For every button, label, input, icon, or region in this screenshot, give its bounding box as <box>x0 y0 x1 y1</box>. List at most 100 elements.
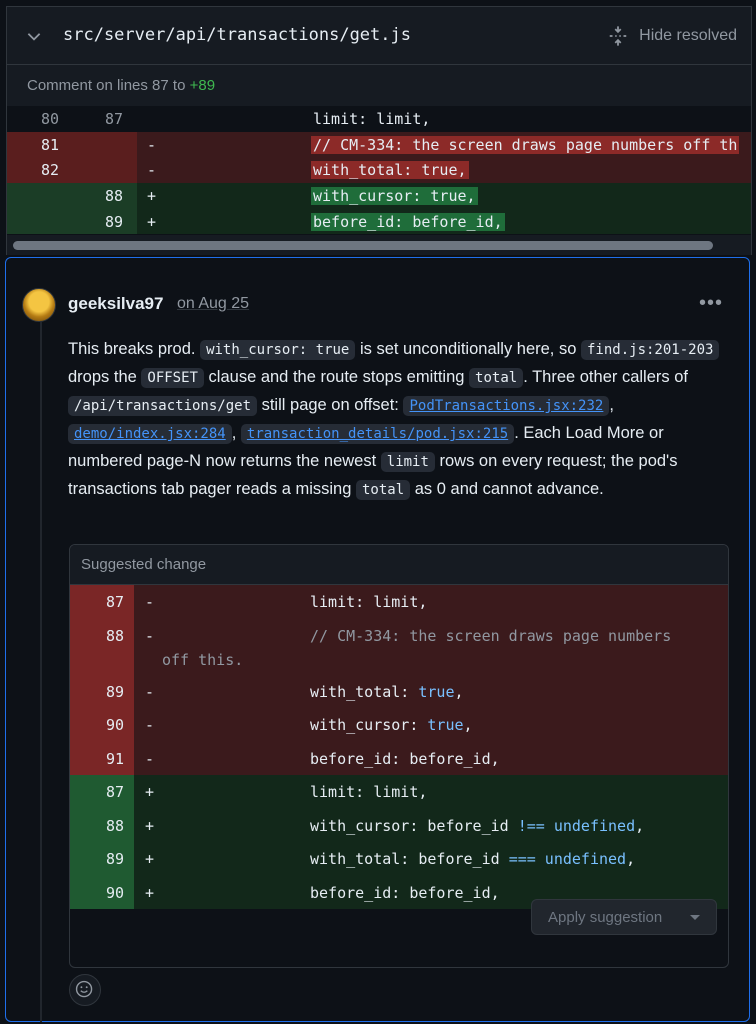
diff-sign: - <box>145 682 155 701</box>
thread-line <box>40 322 42 1022</box>
suggestion-row: 88 - // CM-334: the screen draws page nu… <box>70 618 728 675</box>
line-number: 89 <box>70 842 134 876</box>
keyword: === undefined <box>508 850 627 868</box>
keyword: true <box>427 716 464 734</box>
hide-resolved-button[interactable]: Hide resolved <box>607 23 737 49</box>
diff-row: 89 + before_id: before_id, <box>7 208 751 235</box>
suggestion-code: with_cursor: before_id <box>310 816 518 835</box>
diff-row: 82 - with_total: true, <box>7 157 751 184</box>
line-number: 87 <box>70 585 134 619</box>
apply-suggestion-label: Apply suggestion <box>548 909 663 926</box>
punct: , <box>635 816 645 835</box>
suggestion-row: 89 - with_total: true, <box>70 674 728 708</box>
suggestion-code: // CM-334: the screen draws page numbers <box>310 626 672 645</box>
inline-code: find.js:201-203 <box>581 340 720 360</box>
scrollbar-thumb[interactable] <box>13 241 713 250</box>
suggestion-footer: Apply suggestion <box>70 887 728 967</box>
text: , <box>609 396 614 414</box>
suggestion-code: with_total: <box>310 682 419 701</box>
file-header: src/server/api/transactions/get.js Hide … <box>6 6 752 64</box>
text: drops the <box>68 368 142 386</box>
punct: , <box>626 850 636 868</box>
diff-code: with_cursor: true, <box>311 187 478 206</box>
text: is set unconditionally here, so <box>355 340 581 358</box>
old-line-number: 81 <box>40 135 59 154</box>
diff-sign: - <box>145 593 155 611</box>
suggestion-row: 87 + limit: limit, <box>70 775 728 809</box>
line-number: 88 <box>70 808 134 842</box>
code-link[interactable]: PodTransactions.jsx:232 <box>403 396 610 416</box>
diff-context: 80 87 limit: limit, 81 - // CM-334: the … <box>6 106 752 235</box>
suggestion-code: before_id: before_id, <box>310 749 500 768</box>
file-path[interactable]: src/server/api/transactions/get.js <box>63 25 411 45</box>
diff-sign: + <box>147 187 157 206</box>
code-link[interactable]: transaction_details/pod.jsx:215 <box>240 424 515 444</box>
diff-sign: - <box>145 626 155 645</box>
diff-sign: - <box>147 161 157 180</box>
comment-range-end: +89 <box>189 77 216 94</box>
inline-code: total <box>356 480 411 500</box>
chevron-down-icon[interactable] <box>25 27 43 45</box>
inline-code: OFFSET <box>141 368 204 388</box>
comment-range: Comment on lines 87 to +89 <box>6 64 752 106</box>
suggestion-code: limit: limit, <box>310 783 428 801</box>
suggestion-row: 89 + with_total: before_id === undefined… <box>70 842 728 876</box>
text: as 0 and cannot advance. <box>410 480 604 498</box>
diff-sign: - <box>147 135 157 154</box>
new-line-number: 89 <box>104 212 123 231</box>
diff-sign: + <box>145 816 155 835</box>
diff-sign: + <box>145 850 155 868</box>
diff-sign: + <box>145 783 155 801</box>
old-line-number: 80 <box>40 110 59 128</box>
diff-code: before_id: before_id, <box>311 212 505 231</box>
horizontal-scrollbar[interactable] <box>6 235 752 255</box>
punct: , <box>463 716 473 734</box>
kebab-menu-icon[interactable]: ••• <box>699 292 723 315</box>
suggestion-code: with_total: before_id <box>310 850 509 868</box>
text: still page on offset: <box>257 396 404 414</box>
text: clause and the route stops emitting <box>203 368 470 386</box>
suggestion-code-wrap: off this. <box>162 650 244 669</box>
diff-code: // CM-334: the screen draws page numbers… <box>311 135 740 154</box>
fold-icon <box>609 26 627 46</box>
code-link[interactable]: demo/index.jsx:284 <box>68 424 232 444</box>
text: This breaks prod. <box>68 340 201 358</box>
hide-resolved-label: Hide resolved <box>639 27 737 44</box>
suggestion-row: 88 + with_cursor: before_id !== undefine… <box>70 808 728 842</box>
line-number: 90 <box>70 708 134 742</box>
text: , <box>231 424 241 442</box>
inline-code: limit <box>380 452 435 472</box>
inline-code: /api/transactions/get <box>68 396 258 416</box>
diff-row: 88 + with_cursor: true, <box>7 183 751 209</box>
diff-sign: - <box>145 749 155 768</box>
new-line-number: 87 <box>104 110 123 128</box>
diff-sign: + <box>147 212 157 231</box>
inline-code: total <box>469 368 524 388</box>
comment-date[interactable]: on Aug 25 <box>177 295 249 313</box>
keyword: !== undefined <box>517 816 636 835</box>
suggestion-row: 90 - with_cursor: true, <box>70 708 728 742</box>
suggestion-row: 91 - before_id: before_id, <box>70 741 728 775</box>
author-name[interactable]: geeksilva97 <box>68 294 163 314</box>
add-reaction-button[interactable] <box>69 974 101 1006</box>
line-number: 89 <box>70 674 134 708</box>
line-number: 87 <box>70 775 134 809</box>
comment-range-prefix: Comment on lines 87 to <box>27 77 190 94</box>
punct: , <box>454 682 464 701</box>
diff-row: 80 87 limit: limit, <box>7 106 751 132</box>
apply-suggestion-button[interactable]: Apply suggestion <box>531 899 717 935</box>
line-number: 91 <box>70 741 134 775</box>
line-number: 88 <box>70 618 134 675</box>
review-comment: geeksilva97 on Aug 25 ••• This breaks pr… <box>5 257 750 1022</box>
avatar[interactable] <box>22 288 56 322</box>
suggestion-code: with_cursor: <box>310 716 428 734</box>
caret-down-icon <box>690 915 700 920</box>
diff-code: with_total: true, <box>311 161 469 180</box>
suggestion-code: limit: limit, <box>310 593 428 611</box>
diff-row: 81 - // CM-334: the screen draws page nu… <box>7 131 751 158</box>
old-line-number: 82 <box>40 161 59 180</box>
text: . Three other callers of <box>523 368 688 386</box>
suggested-change-title: Suggested change <box>70 545 728 585</box>
keyword: true <box>418 682 455 701</box>
suggested-change: Suggested change 87 - limit: limit, 88 -… <box>69 544 729 968</box>
